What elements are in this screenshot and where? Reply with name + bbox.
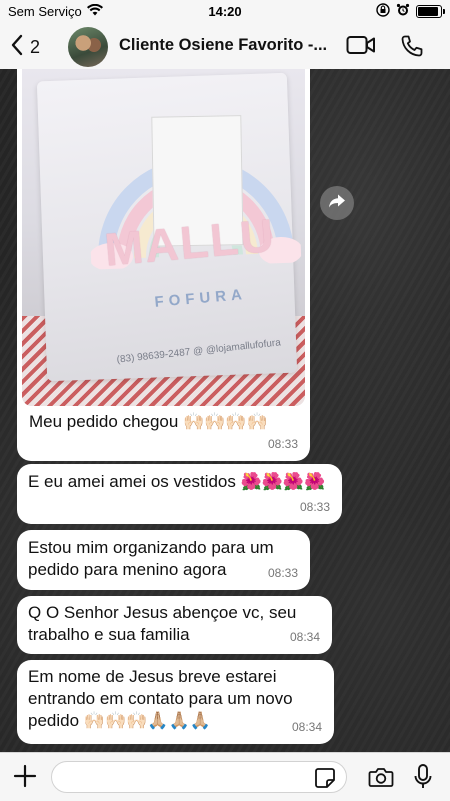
video-call-icon[interactable]: [346, 34, 376, 61]
brand-subtitle: FOFURA: [153, 285, 248, 311]
brand-contact: (83) 98639-2487 @ @lojamallufofura: [116, 337, 282, 366]
message-input-bar: [0, 752, 450, 801]
status-bar: Sem Serviço 14:20: [0, 0, 450, 24]
message-time: 08:33: [299, 500, 330, 514]
brand-logo-text: MALLU: [102, 208, 278, 276]
chevron-left-icon: [10, 34, 24, 61]
avatar[interactable]: [68, 27, 108, 67]
message-text: Estou mim organizando para um pedido par…: [28, 538, 274, 579]
battery-icon: [416, 5, 445, 18]
message-bubble[interactable]: Q O Senhor Jesus abençoe vc, seu trabalh…: [17, 596, 332, 654]
alarm-icon: [396, 3, 410, 20]
camera-icon[interactable]: [368, 765, 394, 794]
unread-count: 2: [30, 37, 41, 57]
message-time: 08:34: [289, 630, 320, 644]
message-bubble[interactable]: Em nome de Jesus breve estarei entrando …: [17, 660, 334, 744]
message-bubble[interactable]: E eu amei amei os vestidos 🌺🌺🌺🌺 08:33: [17, 464, 342, 524]
sticker-icon[interactable]: [314, 767, 336, 794]
message-time: 08:33: [267, 437, 298, 451]
message-time: 08:34: [291, 720, 322, 734]
microphone-icon[interactable]: [413, 763, 433, 796]
package-bag: MALLU FOFURA (83) 98639-2487 @ @lojamall…: [36, 72, 302, 382]
contact-name[interactable]: Cliente Osiene Favorito -...: [119, 36, 339, 55]
status-icons: [376, 3, 445, 20]
message-text: Q O Senhor Jesus abençoe vc, seu trabalh…: [28, 603, 297, 644]
message-input[interactable]: [51, 761, 347, 793]
chat-header: 2 Cliente Osiene Favorito -...: [0, 24, 450, 70]
orientation-lock-icon: [376, 3, 390, 20]
message-time: 08:33: [267, 566, 298, 580]
message-text: Em nome de Jesus breve estarei entrando …: [28, 667, 293, 730]
photo-caption: Meu pedido chegou 🙌🏻🙌🏻🙌🏻🙌🏻: [29, 412, 268, 431]
message-bubble[interactable]: Estou mim organizando para um pedido par…: [17, 530, 310, 590]
battery-level: [418, 7, 439, 16]
message-text: E eu amei amei os vestidos 🌺🌺🌺🌺: [28, 472, 326, 491]
photo-message[interactable]: MALLU FOFURA (83) 98639-2487 @ @lojamall…: [17, 69, 310, 461]
back-button[interactable]: 2: [10, 34, 40, 61]
package-photo[interactable]: MALLU FOFURA (83) 98639-2487 @ @lojamall…: [22, 69, 305, 406]
forward-button[interactable]: [320, 186, 354, 220]
forward-icon: [328, 193, 346, 214]
plus-icon[interactable]: [12, 763, 38, 794]
phone-icon[interactable]: [400, 34, 424, 63]
